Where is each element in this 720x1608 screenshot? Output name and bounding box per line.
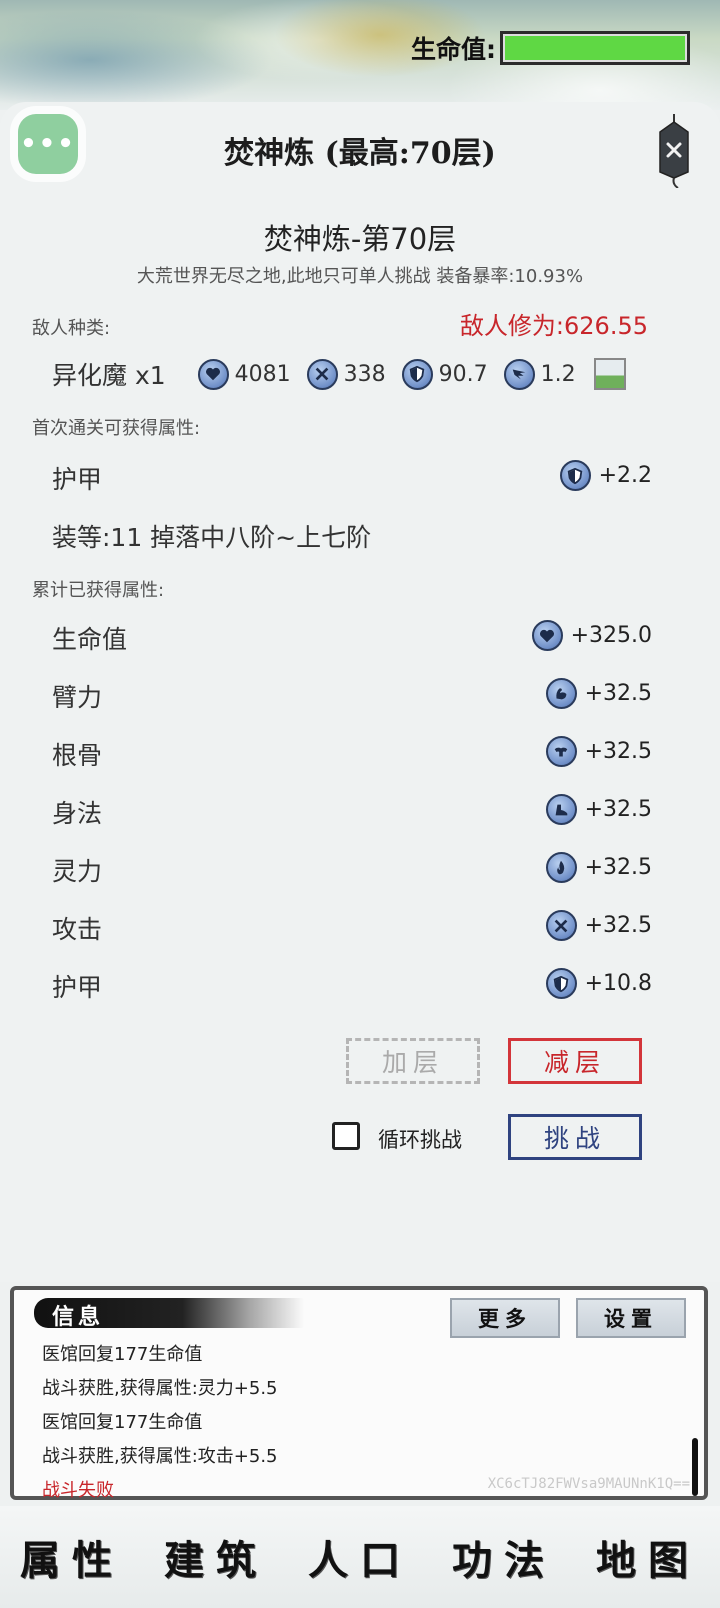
log-line: 战斗获胜,获得属性:灵力+5.5 [42,1378,278,1399]
heart-icon [531,620,563,651]
accumulated-item-value: +32.5 [545,910,652,941]
nav-population[interactable]: 人口 [308,1528,412,1586]
accumulated-item-value: +325.0 [531,620,652,651]
arm-icon [545,678,577,709]
loop-challenge-label: 循环挑战 [378,1128,462,1152]
stat-value: +32.5 [584,913,652,938]
enemy-stat-value: 4081 [234,361,291,387]
watermark-id: XC6cTJ82FWVsa9MAUNnK1Q== [487,1476,690,1492]
enemy-stat-value: 90.7 [438,361,488,387]
accumulated-item-name: 身法 [52,799,103,828]
enemy-stat-value: 338 [343,361,386,387]
sword-icon [306,358,338,390]
stat-value: +10.8 [584,971,652,996]
enemy-name: 异化魔 x1 [52,361,166,390]
shield-icon [559,460,591,491]
enemy-stat-hp: 4081 [197,358,291,390]
accumulated-item-name: 根骨 [52,741,103,770]
loop-challenge-checkbox[interactable] [332,1122,360,1150]
stat-value: +325.0 [570,623,652,648]
enemy-section-label: 敌人种类: [32,318,111,339]
image-icon[interactable] [593,358,626,390]
flame-icon [545,852,577,883]
first-clear-section-label: 首次通关可获得属性: [32,418,201,439]
accumulated-item-value: +32.5 [545,852,652,883]
nav-map[interactable]: 地图 [596,1528,700,1586]
nav-skills[interactable]: 功法 [452,1528,556,1586]
log-scrollbar[interactable] [692,1438,698,1496]
info-tag-label: 信息 [52,1305,105,1330]
challenge-button[interactable]: 挑战 [508,1114,642,1160]
add-layer-button[interactable]: 加层 [346,1038,480,1084]
shield-icon [401,358,433,390]
hp-bar [500,31,690,65]
stat-value: +32.5 [584,855,652,880]
bottom-nav: 属性 建筑 人口 功法 地图 [0,1506,720,1608]
accumulated-section-label: 累计已获得属性: [32,580,165,601]
info-log-panel: 信息 更多 设置 医馆回复177生命值 战斗获胜,获得属性:灵力+5.5 医馆回… [10,1286,708,1501]
settings-button[interactable]: 设置 [576,1298,686,1338]
accumulated-item-name: 护甲 [52,973,103,1002]
accumulated-item-name: 臂力 [52,683,103,712]
more-button[interactable]: 更多 [450,1298,560,1338]
close-icon[interactable] [654,114,694,189]
enemy-stat-attack: 338 [306,358,386,390]
panel-title: 焚神炼 (最高:70层) [224,136,496,171]
stage-subtitle: 大荒世界无尽之地,此地只可单人挑战 装备暴率:10.93% [136,266,584,287]
log-line: 战斗获胜,获得属性:攻击+5.5 [42,1446,278,1467]
enemy-power: 敌人修为:626.55 [459,312,648,340]
hp-label: 生命值: [411,35,496,64]
accumulated-item-name: 生命值 [52,625,128,654]
sword-icon [545,910,577,941]
reduce-layer-button[interactable]: 减层 [508,1038,642,1084]
enemy-stat-armor: 90.7 [401,358,488,390]
nav-attributes[interactable]: 属性 [20,1528,124,1586]
hp-display: 生命值: [411,30,690,66]
equip-drop-info: 装等:11 掉落中八阶~上七阶 [52,523,372,552]
first-clear-item-value: +2.2 [559,460,652,491]
accumulated-item-value: +10.8 [545,968,652,999]
accumulated-item-value: +32.5 [545,736,652,767]
body-icon [545,736,577,767]
enemy-stat-value: 1.2 [540,361,576,387]
stat-value: +32.5 [584,681,652,706]
accumulated-item-name: 灵力 [52,857,103,886]
boot-icon [545,794,577,825]
stat-value: +2.2 [598,463,652,488]
heart-icon [197,358,229,390]
accumulated-item-value: +32.5 [545,678,652,709]
first-clear-item-name: 护甲 [52,465,103,494]
info-tag: 信息 [34,1298,304,1330]
log-line: 医馆回复177生命值 [42,1344,203,1365]
accumulated-item-value: +32.5 [545,794,652,825]
shield-icon [545,968,577,999]
enemy-stat-speed: 1.2 [503,358,576,390]
hp-bar-fill [505,36,685,60]
nav-buildings[interactable]: 建筑 [164,1528,268,1586]
stage-title: 焚神炼-第70层 [263,222,457,256]
enemy-row: 异化魔 x1 4081 338 90.7 1.2 [52,352,672,396]
stat-value: +32.5 [584,739,652,764]
accumulated-item-name: 攻击 [52,915,103,944]
log-line: 医馆回复177生命值 [42,1412,203,1433]
wing-icon [503,358,535,390]
stat-value: +32.5 [584,797,652,822]
